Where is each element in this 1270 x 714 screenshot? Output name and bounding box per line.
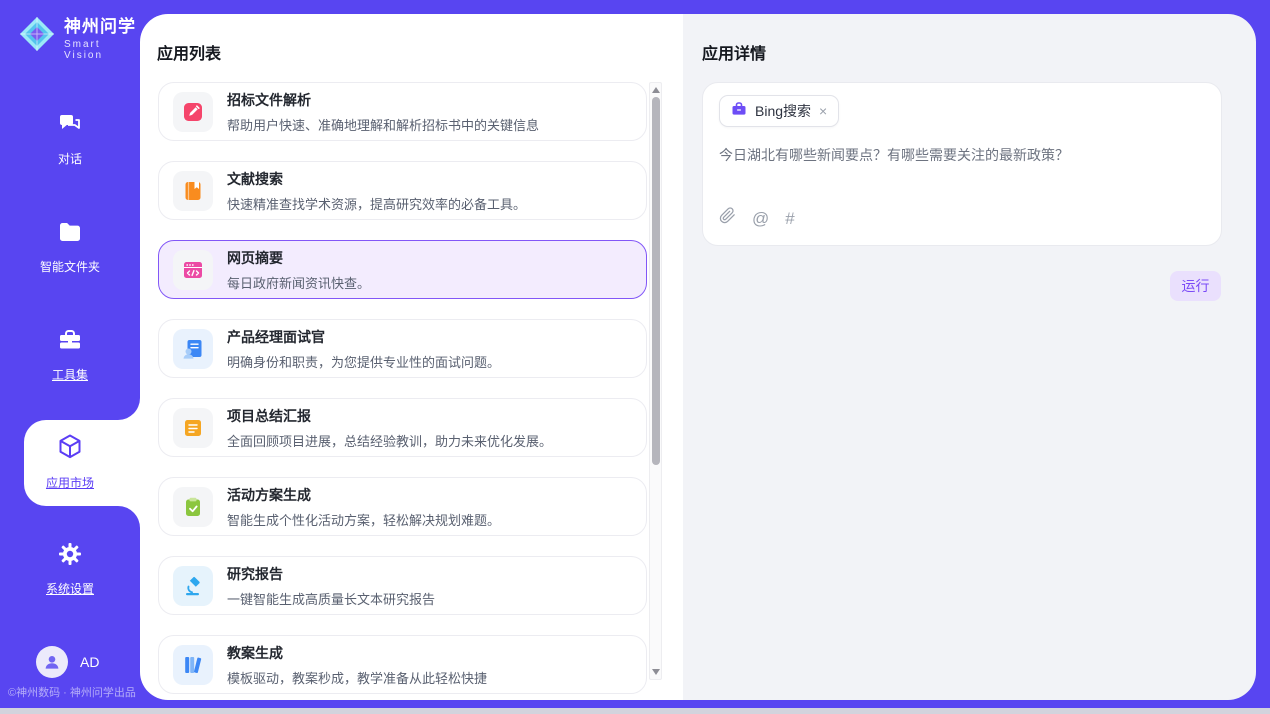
app-item-web-summary[interactable]: 网页摘要 每日政府新闻资讯快查。: [158, 240, 647, 299]
bottom-edge-strip: [0, 708, 1270, 714]
app-detail-panel: 应用详情 Bing搜索 × 今日湖北有哪些新闻要点？有哪些需要关注的最新政策？: [683, 14, 1256, 700]
list-scrollbar[interactable]: [649, 82, 662, 680]
sidebar-item-label: 应用市场: [46, 474, 94, 491]
app-description: 模板驱动，教案秒成，教学准备从此轻松快捷: [227, 668, 487, 687]
app-item-interviewer[interactable]: 产品经理面试官 明确身份和职责，为您提供专业性的面试问题。: [158, 319, 647, 378]
project-summary-icon: [173, 408, 213, 448]
sidebar-item-app-market[interactable]: 应用市场: [0, 432, 140, 491]
sidebar-item-settings[interactable]: 系统设置: [0, 540, 140, 597]
toolbox-icon: [56, 326, 84, 359]
app-description: 智能生成个性化活动方案，轻松解决规划难题。: [227, 510, 500, 529]
app-item-research-report[interactable]: 研究报告 一键智能生成高质量长文本研究报告: [158, 556, 647, 615]
diamond-logo-icon: [18, 15, 56, 58]
app-name: 产品经理面试官: [227, 327, 500, 347]
user-account[interactable]: AD: [36, 646, 99, 678]
web-summary-icon: [173, 250, 213, 290]
lesson-plan-icon: [173, 645, 213, 685]
app-item-literature-search[interactable]: 文献搜索 快速精准查找学术资源，提高研究效率的必备工具。: [158, 161, 647, 220]
app-description: 每日政府新闻资讯快查。: [227, 273, 370, 292]
prompt-input[interactable]: 今日湖北有哪些新闻要点？有哪些需要关注的最新政策？: [719, 145, 1205, 166]
copyright-note: ©神州数码 · 神州问学出品: [8, 684, 136, 700]
input-toolbar: @ #: [719, 207, 795, 229]
active-tab-curve-top: [118, 398, 140, 420]
app-item-event-plan[interactable]: 活动方案生成 智能生成个性化活动方案，轻松解决规划难题。: [158, 477, 647, 536]
literature-search-icon: [173, 171, 213, 211]
app-list-panel: 应用列表 招标文件解析 帮助用户快速、准确地理解和解析招标书中的关键信息: [140, 14, 683, 700]
sidebar-item-label: 智能文件夹: [40, 258, 100, 275]
app-list-title: 应用列表: [157, 40, 221, 64]
sidebar: 神州问学 Smart Vision 对话 智能文件夹: [0, 0, 140, 714]
event-plan-icon: [173, 487, 213, 527]
tool-tag-label: Bing搜索: [755, 101, 811, 121]
bid-parse-icon: [173, 92, 213, 132]
content-area: 应用列表 招标文件解析 帮助用户快速、准确地理解和解析招标书中的关键信息: [140, 14, 1256, 700]
prompt-card[interactable]: Bing搜索 × 今日湖北有哪些新闻要点？有哪些需要关注的最新政策？ @ #: [702, 82, 1222, 246]
app-description: 帮助用户快速、准确地理解和解析招标书中的关键信息: [227, 115, 539, 134]
app-description: 明确身份和职责，为您提供专业性的面试问题。: [227, 352, 500, 371]
paperclip-icon[interactable]: [719, 207, 736, 229]
sidebar-item-label: 工具集: [52, 366, 88, 383]
interviewer-icon: [173, 329, 213, 369]
app-description: 快速精准查找学术资源，提高研究效率的必备工具。: [227, 194, 526, 213]
close-icon[interactable]: ×: [819, 104, 827, 118]
gear-icon: [56, 540, 84, 573]
user-name: AD: [80, 654, 99, 670]
app-name: 网页摘要: [227, 248, 370, 268]
app-description: 全面回顾项目进展，总结经验教训，助力未来优化发展。: [227, 431, 552, 450]
app-item-lesson-plan[interactable]: 教案生成 模板驱动，教案秒成，教学准备从此轻松快捷: [158, 635, 647, 694]
scroll-up-arrow-icon[interactable]: [652, 87, 660, 93]
sidebar-item-label: 系统设置: [46, 580, 94, 597]
app-name: 教案生成: [227, 643, 487, 663]
sidebar-item-label: 对话: [58, 150, 82, 167]
briefcase-icon: [731, 101, 747, 122]
app-description: 一键智能生成高质量长文本研究报告: [227, 589, 435, 608]
app-detail-title: 应用详情: [702, 40, 766, 64]
app-item-bid-parse[interactable]: 招标文件解析 帮助用户快速、准确地理解和解析招标书中的关键信息: [158, 82, 647, 141]
scroll-down-arrow-icon[interactable]: [652, 669, 660, 675]
brand-name: 神州问学: [64, 12, 140, 37]
mention-icon[interactable]: @: [752, 210, 769, 227]
scrollbar-thumb[interactable]: [652, 97, 660, 465]
app-name: 文献搜索: [227, 169, 526, 189]
research-report-icon: [173, 566, 213, 606]
chat-icon: [56, 110, 84, 143]
cube-icon: [55, 432, 85, 467]
avatar: [36, 646, 68, 678]
app-item-project-summary[interactable]: 项目总结汇报 全面回顾项目进展，总结经验教训，助力未来优化发展。: [158, 398, 647, 457]
sidebar-item-smart-folder[interactable]: 智能文件夹: [0, 218, 140, 275]
app-name: 招标文件解析: [227, 90, 539, 110]
brand-subtitle: Smart Vision: [64, 39, 140, 61]
sidebar-item-toolset[interactable]: 工具集: [0, 326, 140, 383]
active-tab-curve-bottom: [118, 506, 140, 528]
run-button[interactable]: 运行: [1170, 271, 1221, 301]
app-list: 招标文件解析 帮助用户快速、准确地理解和解析招标书中的关键信息 文献搜索 快速精…: [158, 82, 647, 694]
app-name: 活动方案生成: [227, 485, 500, 505]
folder-icon: [56, 218, 84, 251]
app-name: 项目总结汇报: [227, 406, 552, 426]
app-name: 研究报告: [227, 564, 435, 584]
sidebar-item-chat[interactable]: 对话: [0, 110, 140, 167]
hash-icon[interactable]: #: [785, 210, 794, 227]
tool-tag-bing-search[interactable]: Bing搜索 ×: [719, 95, 839, 127]
brand-logo: 神州问学 Smart Vision: [18, 12, 140, 61]
